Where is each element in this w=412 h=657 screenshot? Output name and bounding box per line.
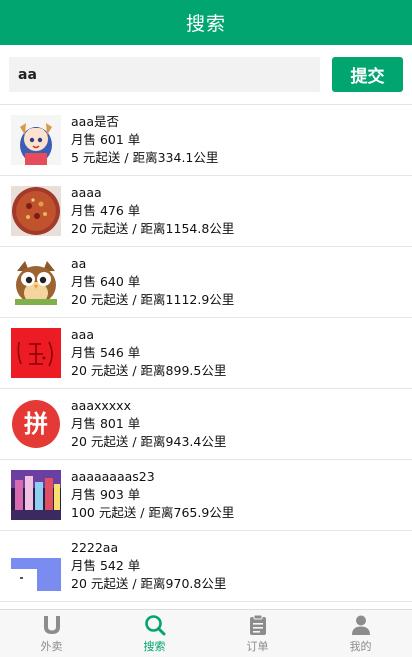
shop-sales: 月售 601 单 bbox=[71, 132, 141, 147]
shop-thumbnail-owl bbox=[11, 257, 61, 307]
tab-search[interactable]: 搜索 bbox=[103, 610, 206, 657]
shop-delivery: 20 元起送 / 距离1154.8公里 bbox=[71, 221, 235, 236]
tab-orders[interactable]: 订单 bbox=[206, 610, 309, 657]
shop-name: aaa是否 bbox=[71, 114, 119, 129]
shop-thumbnail-porridge bbox=[11, 186, 61, 236]
shop-thumbnail-anime-girl bbox=[11, 115, 61, 165]
page-title: 搜索 bbox=[185, 13, 226, 35]
tab-label: 订单 bbox=[246, 639, 269, 653]
tab-label: 我的 bbox=[349, 639, 372, 653]
shop-item[interactable]: aa 月售 640 单 20 元起送 / 距离1112.9公里 bbox=[0, 247, 412, 318]
top-header: 搜索 bbox=[0, 0, 412, 45]
tab-label: 外卖 bbox=[40, 639, 63, 653]
shop-thumbnail-red-circle-logo: 拼 bbox=[11, 399, 61, 449]
shop-item[interactable]: aaaa 月售 476 单 20 元起送 / 距离1154.8公里 bbox=[0, 176, 412, 247]
shop-item[interactable]: aaaaaaaas23 月售 903 单 100 元起送 / 距离765.9公里 bbox=[0, 460, 412, 531]
shop-sales: 月售 640 单 bbox=[71, 274, 141, 289]
logo-glyph: 拼 bbox=[24, 410, 48, 438]
shop-sales: 月售 542 单 bbox=[71, 558, 141, 573]
shop-delivery: 100 元起送 / 距离765.9公里 bbox=[71, 505, 235, 520]
shop-list: aaa是否 月售 601 单 5 元起送 / 距离334.1公里 aaaa 月售… bbox=[0, 105, 412, 609]
u-icon bbox=[43, 615, 60, 634]
search-icon bbox=[144, 614, 165, 635]
shop-sales: 月售 903 单 bbox=[71, 487, 141, 502]
shop-thumbnail-anime-group bbox=[11, 470, 61, 520]
shop-name: aaa bbox=[71, 327, 94, 342]
shop-thumbnail-blue-block bbox=[11, 541, 61, 591]
shop-delivery: 20 元起送 / 距离970.8公里 bbox=[71, 576, 227, 591]
shop-sales: 月售 476 单 bbox=[71, 203, 141, 218]
shop-name: aaaa bbox=[71, 185, 102, 200]
shop-delivery: 20 元起送 / 距离1112.9公里 bbox=[71, 292, 235, 307]
shop-sales: 月售 546 单 bbox=[71, 345, 141, 360]
tab-label: 搜索 bbox=[143, 639, 166, 653]
shop-sales: 月售 801 单 bbox=[71, 416, 141, 431]
shop-item[interactable]: aaa是否 月售 601 单 5 元起送 / 距离334.1公里 bbox=[0, 105, 412, 176]
shop-thumbnail-red-scribble bbox=[11, 328, 61, 378]
shop-name: 2222aa bbox=[71, 540, 119, 555]
search-input[interactable] bbox=[9, 57, 320, 92]
user-icon bbox=[351, 615, 370, 635]
shop-delivery: 5 元起送 / 距离334.1公里 bbox=[71, 150, 219, 165]
clipboard-icon bbox=[249, 614, 266, 635]
shop-name: aa bbox=[71, 256, 87, 271]
tab-takeout[interactable]: 外卖 bbox=[0, 610, 103, 657]
submit-button[interactable]: 提交 bbox=[332, 57, 403, 92]
tab-profile[interactable]: 我的 bbox=[309, 610, 412, 657]
shop-name: aaaxxxxx bbox=[71, 398, 131, 413]
shop-item[interactable]: 拼 aaaxxxxx 月售 801 单 20 元起送 / 距离943.4公里 bbox=[0, 389, 412, 460]
shop-delivery: 20 元起送 / 距离943.4公里 bbox=[71, 434, 227, 449]
bottom-tab-bar: 外卖 搜索 订单 我的 bbox=[0, 609, 412, 657]
shop-item[interactable]: aaa 月售 546 单 20 元起送 / 距离899.5公里 bbox=[0, 318, 412, 389]
shop-delivery: 20 元起送 / 距离899.5公里 bbox=[71, 363, 227, 378]
shop-item[interactable]: 2222aa 月售 542 单 20 元起送 / 距离970.8公里 bbox=[0, 531, 412, 602]
search-bar: 提交 bbox=[0, 45, 412, 105]
shop-name: aaaaaaaas23 bbox=[71, 469, 155, 484]
